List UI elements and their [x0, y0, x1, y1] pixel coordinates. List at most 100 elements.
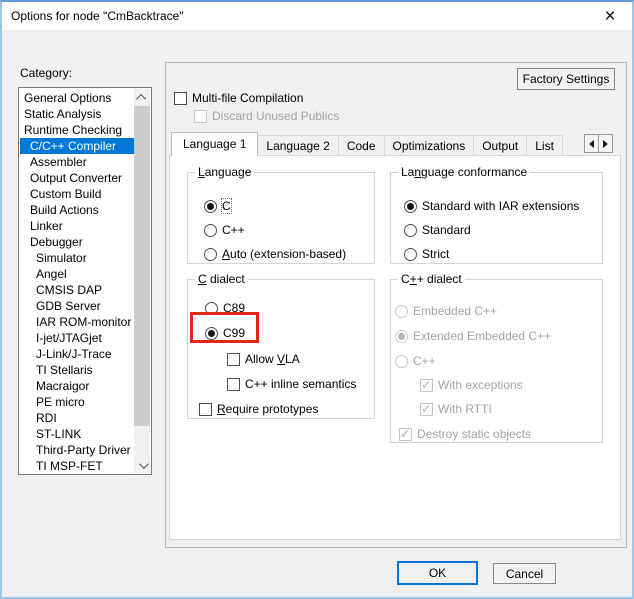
category-scrollbar[interactable] [134, 89, 150, 473]
category-item-simulator[interactable]: Simulator [20, 250, 134, 266]
radio-standard-with-iar-extensions[interactable]: Standard with IAR extensions [404, 199, 579, 213]
cpp-dialect-group: C++ dialect Embedded C++ Extended Embedd… [390, 279, 603, 443]
category-item-j-link-j-trace[interactable]: J-Link/J-Trace [20, 346, 134, 362]
category-item-ti-stellaris[interactable]: TI Stellaris [20, 362, 134, 378]
checkbox-with-exceptions: With exceptions [420, 378, 523, 392]
multi-file-compilation-checkbox[interactable]: Multi-file Compilation [174, 91, 303, 105]
category-item-macraigor[interactable]: Macraigor [20, 378, 134, 394]
category-item-cmsis-dap[interactable]: CMSIS DAP [20, 282, 134, 298]
close-icon: × [604, 7, 615, 26]
radio-icon [404, 224, 417, 237]
radio-language-c[interactable]: C [204, 199, 231, 213]
checkbox-require-prototypes[interactable]: Require prototypes [199, 402, 318, 416]
radio-language-auto-label: Auto (extension-based) [222, 247, 346, 261]
cpp-dialect-group-title: C++ dialect [398, 273, 465, 286]
category-item-ti-msp-fet[interactable]: TI MSP-FET [20, 458, 134, 474]
ok-button-label: OK [429, 566, 446, 580]
tab-scroll-left-icon[interactable] [584, 134, 599, 153]
category-item-debugger[interactable]: Debugger [20, 234, 134, 250]
language-conformance-group: Language conformance Standard with IAR e… [390, 172, 603, 264]
c-dialect-group-title: C dialect [195, 273, 248, 286]
radio-language-c-label: C [222, 199, 231, 213]
radio-extended-embedded-cpp-label: Extended Embedded C++ [413, 329, 551, 343]
radio-icon [204, 248, 217, 261]
category-item-runtime-checking[interactable]: Runtime Checking [20, 122, 134, 138]
tab-optimizations[interactable]: Optimizations [384, 135, 475, 156]
checkbox-allow-vla-label: Allow VLA [245, 352, 300, 366]
radio-icon [204, 224, 217, 237]
radio-language-cpp[interactable]: C++ [204, 223, 245, 237]
category-item-general-options[interactable]: General Options [20, 90, 134, 106]
category-item-output-converter[interactable]: Output Converter [20, 170, 134, 186]
category-item-custom-build[interactable]: Custom Build [20, 186, 134, 202]
category-item-build-actions[interactable]: Build Actions [20, 202, 134, 218]
radio-c89[interactable]: C89 [205, 301, 245, 315]
radio-strict-label: Strict [422, 247, 449, 261]
checkbox-require-prototypes-label: Require prototypes [217, 402, 318, 416]
discard-unused-publics-label: Discard Unused Publics [212, 109, 339, 123]
category-listbox: General Options Static Analysis Runtime … [18, 87, 152, 475]
category-item-rdi[interactable]: RDI [20, 410, 134, 426]
radio-icon [395, 355, 408, 368]
radio-cpp: C++ [395, 354, 436, 368]
scrollbar-thumb[interactable] [134, 106, 150, 426]
category-label: Category: [20, 66, 72, 80]
tab-language-2[interactable]: Language 2 [257, 135, 338, 156]
checkbox-destroy-static-objects-label: Destroy static objects [417, 427, 531, 441]
checkbox-allow-vla[interactable]: Allow VLA [227, 352, 300, 366]
category-item-iar-rom-monitor[interactable]: IAR ROM-monitor [20, 314, 134, 330]
category-item-gdb-server[interactable]: GDB Server [20, 298, 134, 314]
scroll-down-icon[interactable] [134, 457, 150, 473]
checkbox-icon [399, 428, 412, 441]
radio-c89-label: C89 [223, 301, 245, 315]
radio-icon [395, 330, 408, 343]
radio-icon [205, 302, 218, 315]
radio-language-cpp-label: C++ [222, 223, 245, 237]
tab-output[interactable]: Output [473, 135, 527, 156]
tab-scroll-right-icon[interactable] [598, 134, 613, 153]
radio-language-auto[interactable]: Auto (extension-based) [204, 247, 346, 261]
category-item-linker[interactable]: Linker [20, 218, 134, 234]
cancel-button-label: Cancel [506, 567, 543, 581]
checkbox-icon [420, 403, 433, 416]
radio-c99[interactable]: C99 [205, 326, 245, 340]
radio-embedded-cpp: Embedded C++ [395, 304, 497, 318]
close-button[interactable]: × [594, 2, 626, 30]
category-item-pe-micro[interactable]: PE micro [20, 394, 134, 410]
radio-standard-with-iar-extensions-label: Standard with IAR extensions [422, 199, 579, 213]
checkbox-icon [199, 403, 212, 416]
checkbox-cpp-inline-semantics-label: C++ inline semantics [245, 377, 356, 391]
ok-button[interactable]: OK [397, 561, 478, 585]
scroll-up-icon[interactable] [134, 89, 150, 105]
factory-settings-button[interactable]: Factory Settings [517, 68, 615, 90]
radio-standard[interactable]: Standard [404, 223, 471, 237]
radio-icon [395, 305, 408, 318]
checkbox-with-rtti: With RTTI [420, 402, 492, 416]
checkbox-cpp-inline-semantics[interactable]: C++ inline semantics [227, 377, 356, 391]
checkbox-with-exceptions-label: With exceptions [438, 378, 523, 392]
discard-unused-publics-checkbox: Discard Unused Publics [194, 109, 339, 123]
tab-scroll-buttons [584, 134, 613, 153]
factory-settings-label: Factory Settings [523, 72, 610, 86]
radio-strict[interactable]: Strict [404, 247, 449, 261]
checkbox-icon [174, 92, 187, 105]
tab-language-1[interactable]: Language 1 [171, 132, 258, 156]
language-group: Language C C++ Auto (extension-based) [187, 172, 375, 264]
category-item-assembler[interactable]: Assembler [20, 154, 134, 170]
checkbox-icon [227, 353, 240, 366]
radio-cpp-label: C++ [413, 354, 436, 368]
category-item-ccpp-compiler[interactable]: C/C++ Compiler [20, 138, 134, 154]
category-item-third-party-driver[interactable]: Third-Party Driver [20, 442, 134, 458]
category-item-angel[interactable]: Angel [20, 266, 134, 282]
tab-list[interactable]: List [526, 135, 563, 156]
category-item-st-link[interactable]: ST-LINK [20, 426, 134, 442]
tab-code[interactable]: Code [338, 135, 385, 156]
radio-c99-label: C99 [223, 326, 245, 340]
checkbox-icon [420, 379, 433, 392]
checkbox-icon [227, 378, 240, 391]
title-bar: Options for node "CmBacktrace" × [2, 2, 632, 30]
cancel-button[interactable]: Cancel [493, 563, 556, 584]
category-item-i-jet-jtagjet[interactable]: I-jet/JTAGjet [20, 330, 134, 346]
radio-icon [205, 327, 218, 340]
category-item-static-analysis[interactable]: Static Analysis [20, 106, 134, 122]
